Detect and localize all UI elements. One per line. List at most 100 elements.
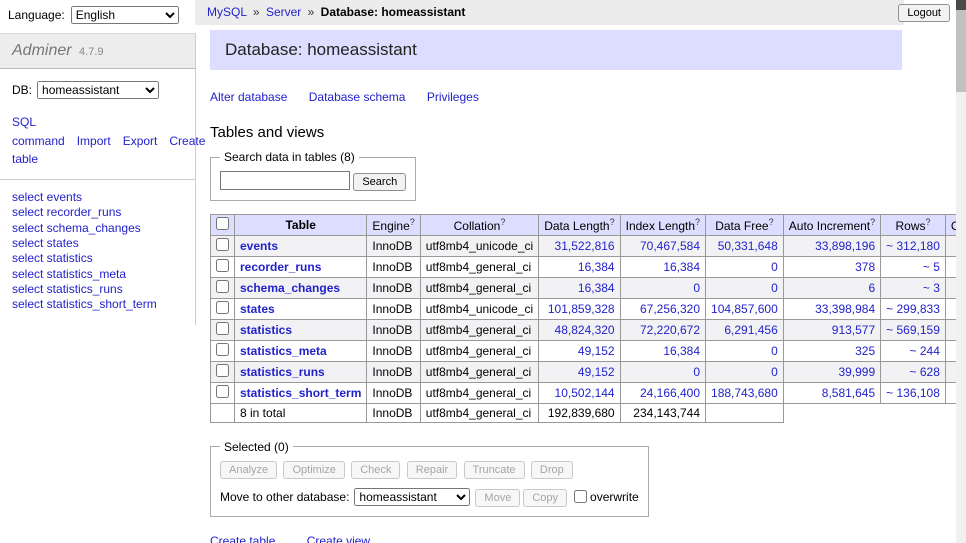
total-row: 8 in total InnoDB utf8mb4_general_ci 192… [211,403,966,422]
database-schema-link[interactable]: Database schema [309,90,406,104]
repair-button[interactable]: Repair [407,461,457,479]
row-checkbox[interactable] [216,364,229,377]
row-checkbox[interactable] [216,343,229,356]
column-header-rows: Rows? [881,214,946,235]
rows-count-link[interactable]: ~ 5 [923,260,940,274]
scroll-up-button[interactable] [956,0,966,10]
search-button[interactable]: Search [353,173,406,191]
auto-increment-link[interactable]: 378 [855,260,875,274]
auto-increment-link[interactable]: 39,999 [838,365,875,379]
sidebar-table-link-schema-changes[interactable]: select schema_changes [12,221,141,235]
data-length-link[interactable]: 101,859,328 [548,302,615,316]
auto-increment-link[interactable]: 33,898,196 [815,239,875,253]
rows-count-link[interactable]: ~ 628 [910,365,940,379]
auto-increment-link[interactable]: 8,581,645 [822,386,875,400]
row-checkbox[interactable] [216,301,229,314]
copy-button[interactable]: Copy [523,489,567,507]
row-checkbox[interactable] [216,238,229,251]
data-length-link[interactable]: 16,384 [578,260,615,274]
overwrite-checkbox[interactable] [574,490,587,503]
optimize-button[interactable]: Optimize [283,461,344,479]
help-icon: ? [500,217,505,227]
data-free-link[interactable]: 50,331,648 [718,239,778,253]
move-db-select[interactable]: homeassistant [354,488,470,506]
search-input[interactable] [220,171,350,190]
auto-increment-link[interactable]: 6 [868,281,875,295]
table-name-link[interactable]: statistics_short_term [240,386,361,400]
data-length-link[interactable]: 49,152 [578,365,615,379]
sql-command-link[interactable]: SQL command [12,115,65,148]
data-free-link[interactable]: 188,743,680 [711,386,778,400]
rows-count-link[interactable]: ~ 244 [910,344,940,358]
data-length-link[interactable]: 48,824,320 [555,323,615,337]
engine-cell: InnoDB [367,298,420,319]
sidebar-table-link-statistics-runs[interactable]: select statistics_runs [12,282,123,296]
rows-count-link[interactable]: ~ 136,108 [886,386,940,400]
row-checkbox[interactable] [216,259,229,272]
index-length-link[interactable]: 0 [693,365,700,379]
auto-increment-link[interactable]: 325 [855,344,875,358]
index-length-link[interactable]: 67,256,320 [640,302,700,316]
data-free-link[interactable]: 0 [771,344,778,358]
sidebar-table-link-statistics-meta[interactable]: select statistics_meta [12,267,126,281]
index-length-link[interactable]: 70,467,584 [640,239,700,253]
scrollbar-thumb[interactable] [956,10,966,92]
alter-database-link[interactable]: Alter database [210,90,287,104]
table-name-link[interactable]: recorder_runs [240,260,321,274]
sidebar-table-link-recorder-runs[interactable]: select recorder_runs [12,205,121,219]
check-button[interactable]: Check [351,461,400,479]
adminer-logo-link[interactable]: Adminer [12,42,72,59]
row-checkbox[interactable] [216,322,229,335]
breadcrumb-server-link[interactable]: Server [266,5,301,19]
analyze-button[interactable]: Analyze [220,461,277,479]
data-free-link[interactable]: 104,857,600 [711,302,778,316]
sidebar-table-link-statistics[interactable]: select statistics [12,251,93,265]
breadcrumb-mysql-link[interactable]: MySQL [207,5,247,19]
auto-increment-link[interactable]: 913,577 [832,323,875,337]
collation-cell: utf8mb4_general_ci [420,277,538,298]
index-length-link[interactable]: 16,384 [663,260,700,274]
sidebar-table-link-events[interactable]: select events [12,190,82,204]
data-free-link[interactable]: 6,291,456 [724,323,777,337]
row-checkbox[interactable] [216,280,229,293]
index-length-link[interactable]: 72,220,672 [640,323,700,337]
engine-cell: InnoDB [367,235,420,256]
auto-increment-link[interactable]: 33,398,984 [815,302,875,316]
move-button[interactable]: Move [475,489,520,507]
truncate-button[interactable]: Truncate [464,461,525,479]
logout-button[interactable]: Logout [898,4,950,22]
rows-count-link[interactable]: ~ 569,159 [886,323,940,337]
sidebar-table-link-states[interactable]: select states [12,236,79,250]
rows-count-link[interactable]: ~ 299,833 [886,302,940,316]
export-link[interactable]: Export [123,134,158,148]
import-link[interactable]: Import [77,134,111,148]
create-table-link[interactable]: Create table [210,534,275,543]
index-length-link[interactable]: 24,166,400 [640,386,700,400]
rows-count-link[interactable]: ~ 3 [923,281,940,295]
drop-button[interactable]: Drop [531,461,573,479]
row-checkbox[interactable] [216,385,229,398]
data-length-link[interactable]: 49,152 [578,344,615,358]
index-length-link[interactable]: 16,384 [663,344,700,358]
index-length-link[interactable]: 0 [693,281,700,295]
table-name-link[interactable]: statistics [240,323,292,337]
data-length-link[interactable]: 16,384 [578,281,615,295]
table-name-link[interactable]: states [240,302,275,316]
table-name-link[interactable]: statistics_meta [240,344,327,358]
table-name-link[interactable]: events [240,239,278,253]
sidebar-table-link-statistics-short-term[interactable]: select statistics_short_term [12,297,157,311]
table-name-link[interactable]: statistics_runs [240,365,325,379]
db-select[interactable]: homeassistant [37,81,159,99]
data-free-link[interactable]: 0 [771,281,778,295]
select-all-checkbox[interactable] [216,217,229,230]
data-free-link[interactable]: 0 [771,365,778,379]
language-select[interactable]: English [71,6,179,24]
data-free-link[interactable]: 0 [771,260,778,274]
privileges-link[interactable]: Privileges [427,90,479,104]
scrollbar[interactable] [956,0,966,543]
rows-count-link[interactable]: ~ 312,180 [886,239,940,253]
data-length-link[interactable]: 31,522,816 [555,239,615,253]
data-length-link[interactable]: 10,502,144 [555,386,615,400]
table-name-link[interactable]: schema_changes [240,281,340,295]
create-view-link[interactable]: Create view [307,534,370,543]
